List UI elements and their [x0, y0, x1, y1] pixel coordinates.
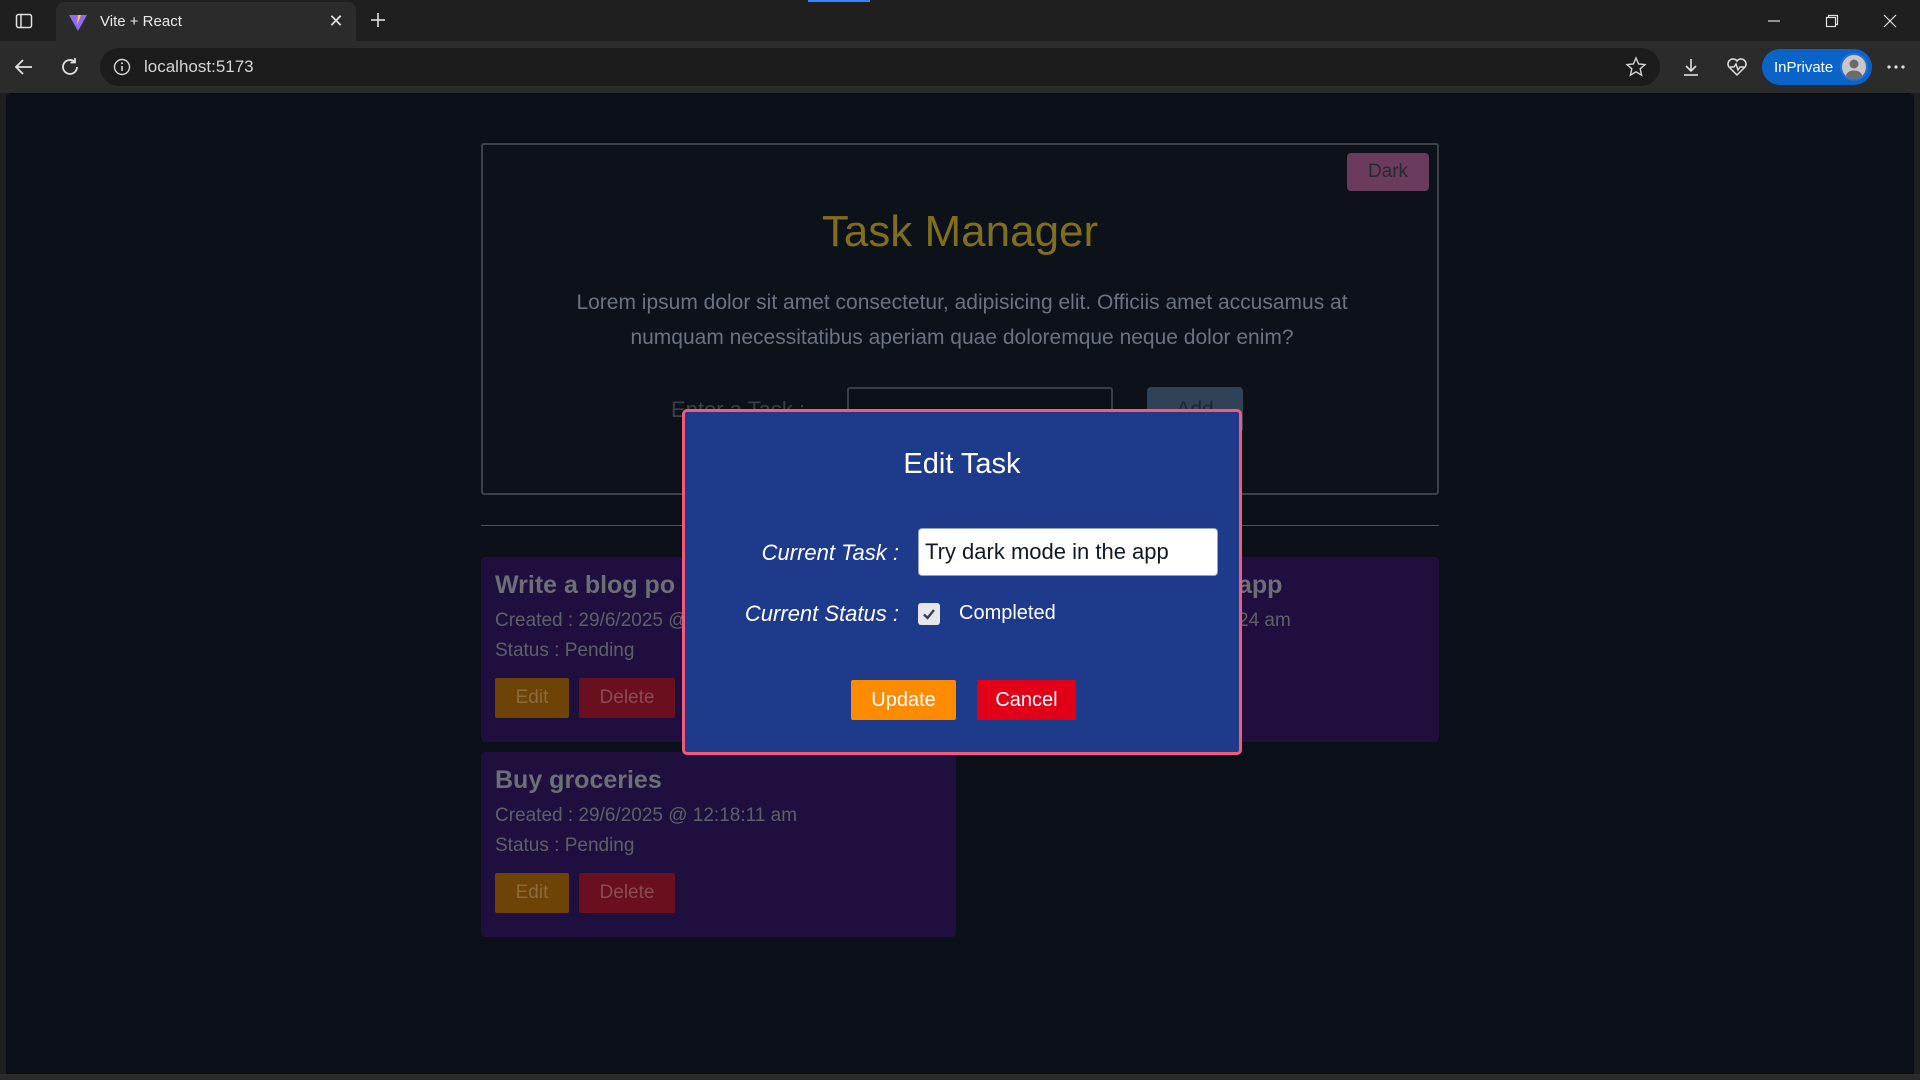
edit-task-modal: Edit Task Current Task : Try dark mode i… — [682, 409, 1242, 755]
completed-checkbox-label: Completed — [959, 602, 1056, 624]
minimize-icon[interactable] — [1745, 0, 1803, 41]
delete-task-button[interactable]: Delete — [579, 873, 675, 913]
delete-task-button[interactable]: Delete — [579, 678, 675, 718]
checkmark-icon — [923, 609, 935, 620]
refresh-icon[interactable] — [56, 53, 84, 81]
edit-task-button[interactable]: Edit — [495, 873, 569, 913]
current-task-label: Current Task : — [761, 540, 899, 565]
inprivate-badge[interactable]: InPrivate — [1762, 49, 1872, 85]
current-task-input[interactable]: Try dark mode in the app — [918, 528, 1218, 576]
back-icon[interactable] — [10, 53, 38, 81]
url-text: localhost:5173 — [144, 57, 254, 76]
browser-essentials-icon[interactable] — [1723, 53, 1751, 81]
edit-task-button[interactable]: Edit — [495, 678, 569, 718]
loading-indicator — [808, 0, 870, 2]
task-created: Created : 29/6/2025 @ 12:18:11 am — [495, 805, 798, 826]
update-button[interactable]: Update — [851, 680, 956, 720]
page-viewport: Dark Task Manager Lorem ipsum dolor sit … — [6, 93, 1914, 1074]
address-bar[interactable]: localhost:5173 — [100, 48, 1660, 86]
profile-avatar — [1840, 53, 1868, 81]
downloads-icon[interactable] — [1677, 53, 1705, 81]
task-status: Status : Pending — [495, 835, 635, 856]
tab-close-icon[interactable]: ✕ — [322, 8, 350, 36]
page-title: Task Manager — [821, 207, 1099, 256]
site-info-icon[interactable] — [112, 57, 132, 77]
tab-title: Vite + React — [100, 13, 182, 30]
browser-tab-bar: Vite + React ✕ — [0, 0, 1920, 41]
browser-tab-active[interactable]: Vite + React ✕ — [56, 2, 356, 41]
restore-icon[interactable] — [1803, 0, 1861, 41]
theme-toggle-button[interactable]: Dark — [1347, 153, 1429, 191]
window-bottom-edge — [0, 1074, 1920, 1080]
current-status-label: Current Status : — [744, 601, 899, 626]
task-actions: Edit Delete — [495, 873, 942, 913]
inprivate-label: InPrivate — [1774, 58, 1834, 76]
task-title: Buy groceries — [495, 766, 662, 794]
page-description: Lorem ipsum dolor sit amet consectetur, … — [576, 291, 1348, 349]
window-close-icon[interactable] — [1861, 0, 1919, 41]
browser-toolbar: localhost:5173 InPrivate — [0, 41, 1920, 93]
vite-logo-icon — [68, 12, 88, 32]
new-tab-icon[interactable] — [364, 6, 392, 34]
task-card: Buy groceries Created : 29/6/2025 @ 12:1… — [481, 752, 956, 937]
more-options-icon[interactable] — [1882, 53, 1910, 81]
tab-actions-icon[interactable] — [12, 9, 36, 33]
cancel-button[interactable]: Cancel — [977, 680, 1076, 720]
completed-checkbox[interactable] — [918, 603, 940, 625]
modal-title: Edit Task — [903, 448, 1021, 480]
favorite-star-icon[interactable] — [1622, 53, 1650, 81]
